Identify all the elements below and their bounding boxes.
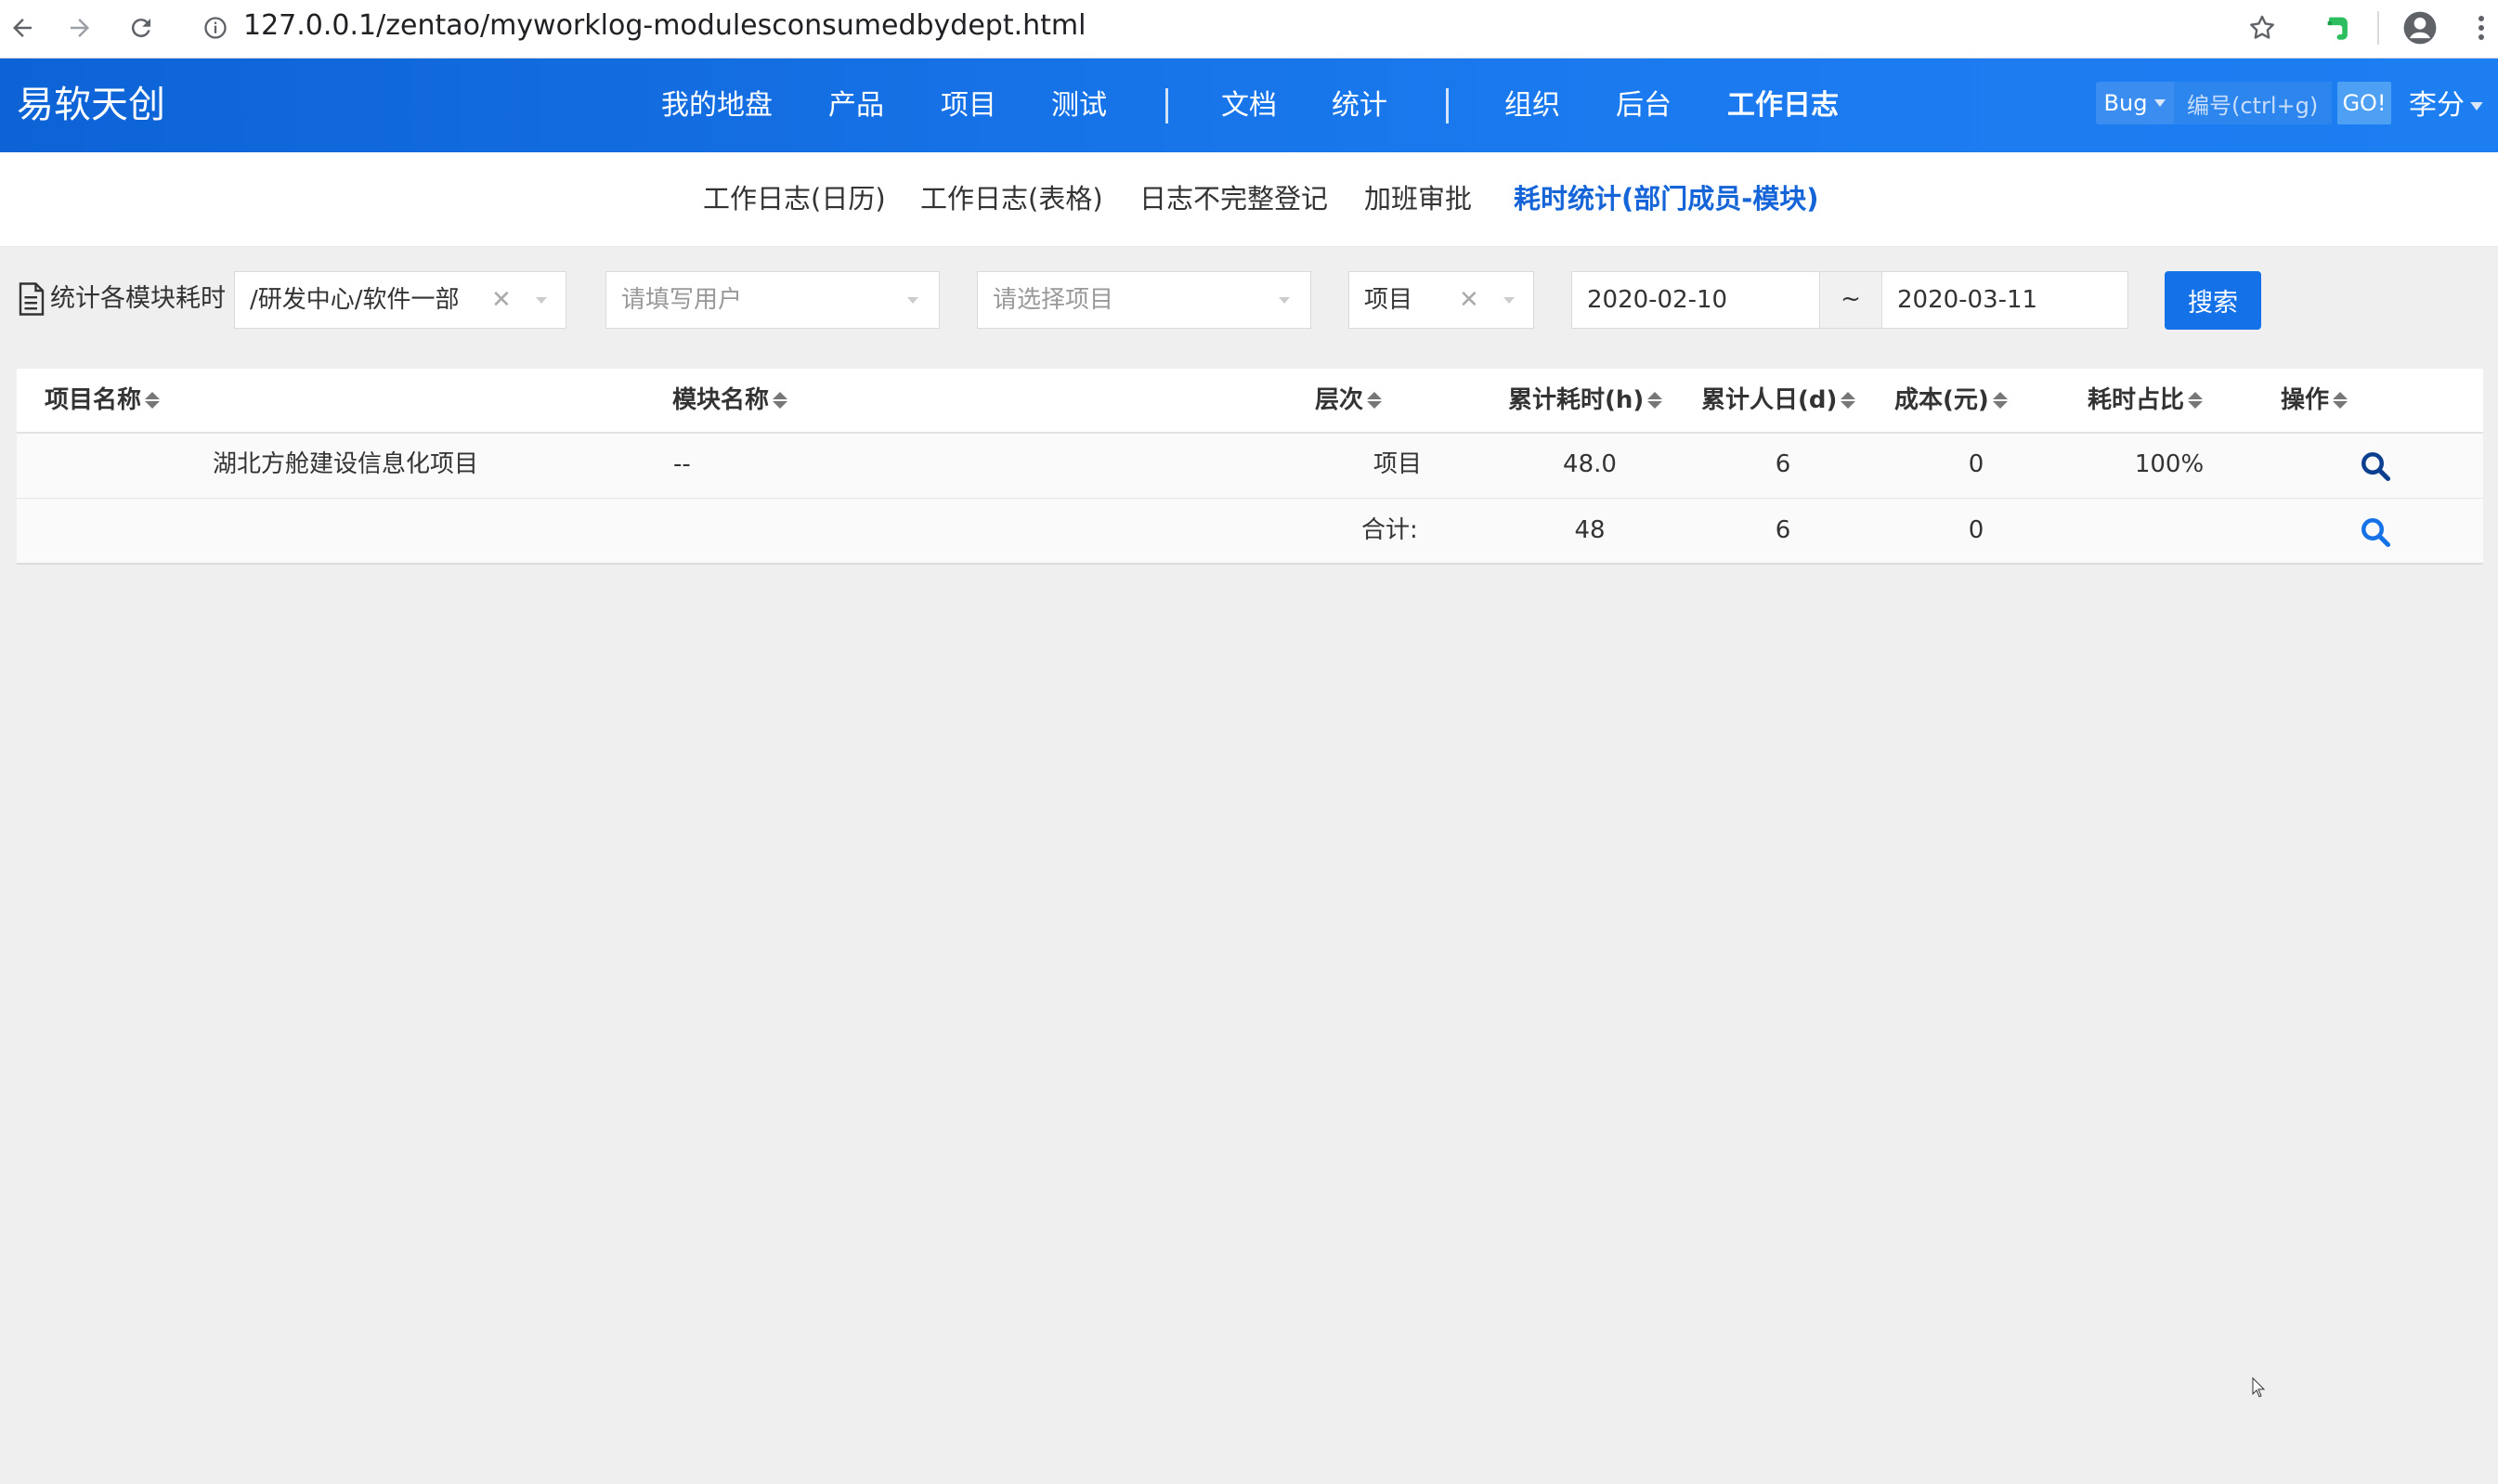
col-cost[interactable]: 成本(元) xyxy=(1894,384,2008,417)
cell-level: 项目 xyxy=(1373,450,1423,478)
total-label: 合计: xyxy=(1361,516,1418,544)
chevron-down-icon xyxy=(2470,101,2483,111)
quick-search: Bug 编号(ctrl+g) GO! xyxy=(2096,82,2391,124)
col-hours[interactable]: 累计耗时(h) xyxy=(1508,384,1663,417)
user-placeholder: 请填写用户 xyxy=(621,286,743,314)
nav-item-dashboard[interactable]: 我的地盘 xyxy=(661,86,773,125)
address-bar[interactable]: 127.0.0.1/zentao/myworklog-modulesconsum… xyxy=(243,6,1086,46)
back-arrow-icon[interactable] xyxy=(2,7,43,48)
col-days[interactable]: 累计人日(d) xyxy=(1701,384,1856,417)
sub-nav: 工作日志(日历) 工作日志(表格) 日志不完整登记 加班审批 耗时统计(部门成员… xyxy=(0,152,2498,247)
sort-icon xyxy=(2333,392,2348,409)
nav-item-doc[interactable]: 文档 xyxy=(1221,86,1277,125)
nav-item-worklog[interactable]: 工作日志 xyxy=(1727,86,1839,125)
sort-icon xyxy=(145,392,161,409)
search-type-select[interactable]: Bug xyxy=(2096,82,2174,124)
magnifier-icon[interactable] xyxy=(2359,515,2392,549)
star-icon[interactable] xyxy=(2242,7,2283,48)
cell-cost: 0 xyxy=(1968,450,1984,478)
dept-value: /研发中心/软件一部 xyxy=(250,286,460,314)
tab-incomplete-log[interactable]: 日志不完整登记 xyxy=(1139,180,1328,217)
nav-item-test[interactable]: 测试 xyxy=(1051,86,1107,125)
date-range-separator: ~ xyxy=(1820,271,1881,329)
total-days: 6 xyxy=(1775,516,1791,544)
user-name: 李分 xyxy=(2409,89,2465,122)
col-level[interactable]: 层次 xyxy=(1315,384,1383,417)
total-hours: 48 xyxy=(1574,516,1606,544)
chevron-down-icon xyxy=(1279,297,1290,304)
nav-item-admin[interactable]: 后台 xyxy=(1616,86,1672,125)
project-placeholder: 请选择项目 xyxy=(993,286,1114,314)
sort-icon xyxy=(1841,392,1856,409)
toolbar-separator xyxy=(2377,11,2379,45)
go-button[interactable]: GO! xyxy=(2337,82,2391,124)
total-cost: 0 xyxy=(1968,516,1984,544)
level-value: 项目 xyxy=(1364,286,1413,314)
col-project-name[interactable]: 项目名称 xyxy=(45,384,161,417)
sort-icon xyxy=(1367,392,1383,409)
cell-days: 6 xyxy=(1775,450,1791,478)
dept-select[interactable]: /研发中心/软件一部 ✕ xyxy=(234,271,566,329)
nav-item-report[interactable]: 统计 xyxy=(1332,86,1387,125)
date-from-input[interactable]: 2020-02-10 xyxy=(1571,271,1820,329)
cell-ratio: 100% xyxy=(2134,450,2205,478)
cell-module-name: -- xyxy=(673,450,691,478)
tab-worklog-calendar[interactable]: 工作日志(日历) xyxy=(703,180,886,217)
magnifier-icon[interactable] xyxy=(2359,449,2392,483)
sort-icon xyxy=(2188,392,2204,409)
table-row: 湖北方舱建设信息化项目 -- 项目 48.0 6 0 100% xyxy=(17,433,2483,499)
cell-project-name: 湖北方舱建设信息化项目 xyxy=(213,450,479,478)
sort-icon xyxy=(1992,392,2008,409)
cell-hours: 48.0 xyxy=(1563,450,1617,478)
sort-icon xyxy=(773,392,788,409)
document-icon xyxy=(19,282,45,316)
table-total-row: 合计: 48 6 0 xyxy=(17,499,2483,564)
search-input[interactable]: 编号(ctrl+g) xyxy=(2174,82,2332,124)
info-icon[interactable] xyxy=(195,7,236,48)
col-ratio[interactable]: 耗时占比 xyxy=(2088,384,2204,417)
mouse-cursor-icon xyxy=(2252,1377,2266,1398)
tab-consumed-stats[interactable]: 耗时统计(部门成员-模块) xyxy=(1514,180,1819,217)
account-icon[interactable] xyxy=(2400,7,2440,48)
table-header: 项目名称 模块名称 层次 累计耗时(h) 累计人日(d) 成本(元) 耗时占比 xyxy=(17,369,2483,434)
nav-divider xyxy=(1446,88,1449,124)
forward-arrow-icon[interactable] xyxy=(59,7,100,48)
project-select[interactable]: 请选择项目 xyxy=(977,271,1311,329)
kebab-menu-icon[interactable] xyxy=(2461,7,2498,48)
col-actions[interactable]: 操作 xyxy=(2281,384,2348,417)
nav-item-project[interactable]: 项目 xyxy=(941,86,996,125)
col-module-name[interactable]: 模块名称 xyxy=(672,384,788,417)
level-select[interactable]: 项目 ✕ xyxy=(1348,271,1534,329)
browser-toolbar: 127.0.0.1/zentao/myworklog-modulesconsum… xyxy=(0,0,2498,59)
nav-item-company[interactable]: 组织 xyxy=(1504,86,1560,125)
clear-icon[interactable]: ✕ xyxy=(491,272,512,328)
filter-title: 统计各模块耗时 xyxy=(17,280,226,318)
clear-icon[interactable]: ✕ xyxy=(1459,272,1479,328)
chevron-down-icon xyxy=(1503,297,1515,304)
chevron-down-icon xyxy=(536,297,547,304)
search-type-label: Bug xyxy=(2103,90,2148,116)
filter-title-text: 统计各模块耗时 xyxy=(50,284,226,313)
sort-icon xyxy=(1647,392,1663,409)
nav-item-product[interactable]: 产品 xyxy=(828,86,884,125)
app-header: 易软天创 我的地盘 产品 项目 测试 文档 统计 组织 后台 工作日志 Bug … xyxy=(0,59,2498,152)
user-menu[interactable]: 李分 xyxy=(2409,86,2483,125)
chevron-down-icon xyxy=(907,297,918,304)
reload-icon[interactable] xyxy=(121,7,162,48)
nav-divider xyxy=(1165,88,1168,124)
search-button[interactable]: 搜索 xyxy=(2165,271,2261,330)
evernote-icon[interactable] xyxy=(2318,7,2359,48)
user-select[interactable]: 请填写用户 xyxy=(605,271,940,329)
stats-table: 项目名称 模块名称 层次 累计耗时(h) 累计人日(d) 成本(元) 耗时占比 xyxy=(17,369,2483,565)
tab-overtime-approval[interactable]: 加班审批 xyxy=(1364,180,1472,217)
tab-worklog-table[interactable]: 工作日志(表格) xyxy=(920,180,1103,217)
chevron-down-icon xyxy=(2154,99,2166,107)
date-to-input[interactable]: 2020-03-11 xyxy=(1881,271,2128,329)
